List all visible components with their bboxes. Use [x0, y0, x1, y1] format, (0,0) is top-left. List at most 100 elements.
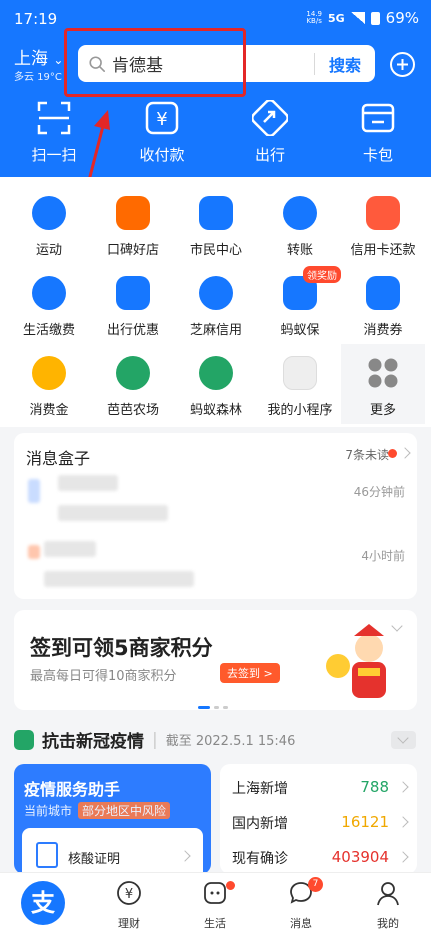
stat-row[interactable]: 上海新增 788	[232, 778, 409, 798]
battery-percent: 69%	[385, 9, 419, 27]
tab-wealth[interactable]: ¥ 理财	[86, 879, 172, 931]
user-icon	[377, 882, 399, 906]
message-box-title: 消息盒子	[26, 449, 91, 468]
notification-dot	[226, 881, 235, 890]
message-avatar	[28, 545, 40, 559]
tab-life[interactable]: 生活	[172, 879, 258, 931]
svg-text:¥: ¥	[156, 109, 167, 130]
carousel-indicator	[198, 706, 228, 709]
covid-icon	[14, 729, 34, 750]
app-ant-forest[interactable]: 蚂蚁森林	[173, 356, 259, 418]
message-box-card[interactable]: 消息盒子 7条未读 46分钟前 4小时前	[14, 433, 417, 599]
sesame-icon	[199, 276, 233, 310]
app-consumer-fund[interactable]: 消费金	[6, 356, 92, 418]
quick-pay[interactable]: ¥ 收付款	[117, 100, 207, 165]
signal-icon	[350, 12, 365, 24]
covid-title: 抗击新冠疫情	[42, 732, 144, 752]
nucleic-acid-proof[interactable]: 核酸证明	[22, 828, 203, 874]
more-grid-icon	[368, 358, 398, 388]
network-speed: 14.9 KB/s	[306, 10, 322, 25]
status-time: 17:19	[14, 10, 58, 28]
assistant-title: 疫情服务助手	[24, 780, 121, 799]
chevron-right-icon	[397, 781, 409, 793]
stat-row[interactable]: 现有确诊 403904	[232, 848, 409, 868]
message-count-badge: 7	[308, 877, 323, 892]
tab-profile[interactable]: 我的	[345, 879, 431, 931]
search-button[interactable]: 搜索	[315, 52, 375, 76]
city-selector[interactable]: 上海 ⌄	[14, 44, 63, 69]
chevron-down-icon: ⌄	[53, 53, 64, 67]
citizen-icon	[199, 196, 233, 230]
unread-count: 7条未读	[345, 448, 389, 462]
alipay-home-icon: 支	[21, 881, 65, 925]
app-travel-deals[interactable]: 出行优惠	[90, 276, 176, 338]
tab-messages[interactable]: 7 消息	[258, 877, 344, 931]
chevron-down-icon	[397, 732, 409, 744]
tab-home[interactable]: 支	[0, 879, 86, 925]
epidemic-assistant-card[interactable]: 疫情服务助手 当前城市 部分地区中风险 核酸证明	[14, 764, 211, 874]
insurance-icon: 领奖励	[283, 266, 341, 310]
app-more[interactable]: 更多	[340, 356, 426, 418]
covid-expand-button[interactable]	[391, 731, 416, 749]
app-sesame-credit[interactable]: 芝麻信用	[173, 276, 259, 338]
stat-value: 16121	[341, 813, 389, 831]
covid-stats-card[interactable]: 上海新增 788 国内新增 16121 现有确诊 403904	[220, 764, 417, 874]
life-icon	[204, 882, 226, 904]
running-icon	[32, 196, 66, 230]
scan-icon	[37, 101, 71, 135]
signal-type: 5G	[327, 11, 345, 25]
covid-date: 截至 2022.5.1 15:46	[165, 734, 296, 749]
reward-badge: 领奖励	[303, 266, 341, 283]
transfer-icon	[283, 196, 317, 230]
annotation-highlight-box	[64, 28, 246, 97]
quick-cards[interactable]: 卡包	[333, 100, 423, 165]
app-baba-farm[interactable]: 芭芭农场	[90, 356, 176, 418]
app-credit-repay[interactable]: 信用卡还款	[340, 196, 426, 258]
message-blurred-text	[44, 541, 96, 557]
water-drop-icon	[32, 276, 66, 310]
app-transfer[interactable]: 转账	[257, 196, 343, 258]
covid-section-header: 抗击新冠疫情 | 截至 2022.5.1 15:46	[14, 727, 295, 752]
quick-travel[interactable]: 出行	[225, 100, 315, 165]
promo-title: 签到可领5商家积分	[30, 636, 213, 660]
wealth-icon: ¥	[117, 881, 141, 905]
app-ant-insurance[interactable]: 领奖励 蚂蚁保	[257, 266, 343, 338]
chevron-right-icon	[397, 816, 409, 828]
add-button[interactable]	[390, 52, 415, 77]
app-citizen-center[interactable]: 市民中心	[173, 196, 259, 258]
document-icon	[36, 842, 58, 868]
gift-icon	[116, 276, 150, 310]
message-blurred-text	[44, 571, 194, 587]
chevron-right-icon	[397, 851, 409, 863]
tree-icon	[116, 356, 150, 390]
app-koubei[interactable]: 口碑好店	[90, 196, 176, 258]
payment-icon: ¥	[145, 101, 179, 135]
chevron-right-icon	[179, 850, 191, 862]
check-in-button[interactable]: 去签到 >	[220, 663, 280, 683]
wallet-icon	[361, 103, 395, 133]
smile-coin-icon	[32, 356, 66, 390]
risk-badge: 部分地区中风险	[78, 802, 171, 819]
svg-text:¥: ¥	[125, 887, 133, 902]
message-time: 46分钟前	[353, 485, 405, 499]
app-mini-programs[interactable]: 我的小程序	[257, 356, 343, 418]
mini-program-icon	[283, 356, 317, 390]
app-coupons[interactable]: 消费券	[340, 276, 426, 338]
stat-row[interactable]: 国内新增 16121	[232, 813, 409, 833]
battery-icon	[370, 11, 380, 25]
app-sport[interactable]: 运动	[6, 196, 92, 258]
credit-card-icon	[366, 196, 400, 230]
assistant-city: 当前城市 部分地区中风险	[24, 802, 171, 819]
weather-text: 多云 19°C	[14, 72, 62, 83]
koubei-icon	[116, 196, 150, 230]
chevron-right-icon	[399, 447, 411, 459]
coupon-icon	[366, 276, 400, 310]
forest-icon	[199, 356, 233, 390]
app-utilities[interactable]: 生活缴费	[6, 276, 92, 338]
divider: |	[152, 729, 158, 750]
message-blurred-text	[58, 475, 118, 491]
check-in-promo-card[interactable]: 签到可领5商家积分 最高每日可得10商家积分 去签到 >	[14, 610, 417, 710]
stat-value: 788	[360, 778, 389, 796]
status-icons: 14.9 KB/s 5G 69%	[306, 9, 419, 27]
message-blurred-text	[58, 505, 168, 521]
